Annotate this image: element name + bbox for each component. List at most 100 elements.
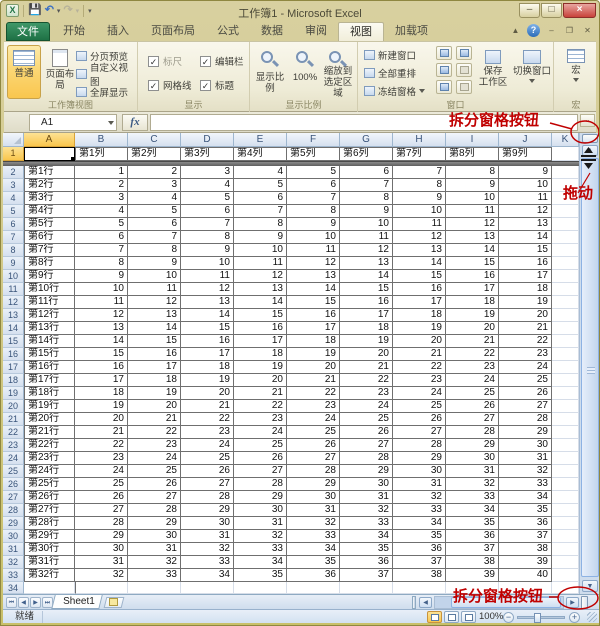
- name-box-dropdown-icon[interactable]: [108, 121, 114, 125]
- cell-K14[interactable]: [552, 322, 579, 335]
- new-window-button[interactable]: 新建窗口: [364, 47, 428, 62]
- cell-B22[interactable]: 21: [75, 426, 128, 439]
- cell-C19[interactable]: 19: [128, 387, 181, 400]
- cell-F25[interactable]: 28: [287, 465, 340, 478]
- cell-B31[interactable]: 30: [75, 543, 128, 556]
- cell-B3[interactable]: 2: [75, 179, 128, 192]
- cell-H30[interactable]: 35: [393, 530, 446, 543]
- cell-D9[interactable]: 10: [181, 257, 234, 270]
- cell-I28[interactable]: 34: [446, 504, 499, 517]
- cell-I12[interactable]: 18: [446, 296, 499, 309]
- cell-D25[interactable]: 26: [181, 465, 234, 478]
- cell-C6[interactable]: 6: [128, 218, 181, 231]
- cell-D32[interactable]: 33: [181, 556, 234, 569]
- next-sheet-icon[interactable]: ▶: [30, 597, 41, 608]
- cell-E1[interactable]: 第4列: [234, 147, 287, 161]
- cell-D11[interactable]: 12: [181, 283, 234, 296]
- cell-D19[interactable]: 20: [181, 387, 234, 400]
- cell-D26[interactable]: 27: [181, 478, 234, 491]
- cell-J33[interactable]: 40: [499, 569, 552, 582]
- cell-A15[interactable]: 第14行: [24, 335, 75, 348]
- cell-H20[interactable]: 25: [393, 400, 446, 413]
- cell-C1[interactable]: 第2列: [128, 147, 181, 161]
- cell-I32[interactable]: 38: [446, 556, 499, 569]
- cell-B4[interactable]: 3: [75, 192, 128, 205]
- cell-F26[interactable]: 29: [287, 478, 340, 491]
- arrange-all-button[interactable]: 全部重排: [364, 65, 428, 80]
- zoom-level[interactable]: 100%: [479, 611, 503, 623]
- cell-K25[interactable]: [552, 465, 579, 478]
- cell-H7[interactable]: 12: [393, 231, 446, 244]
- cell-H29[interactable]: 34: [393, 517, 446, 530]
- page-layout-view-button[interactable]: 页面布局: [42, 45, 78, 99]
- cell-K23[interactable]: [552, 439, 579, 452]
- scroll-right-icon[interactable]: ▶: [566, 597, 579, 608]
- row-header-33[interactable]: 33: [3, 569, 24, 582]
- cell-B9[interactable]: 8: [75, 257, 128, 270]
- cell-K32[interactable]: [552, 556, 579, 569]
- cell-J13[interactable]: 20: [499, 309, 552, 322]
- cell-G19[interactable]: 23: [340, 387, 393, 400]
- cell-A16[interactable]: 第15行: [24, 348, 75, 361]
- cell-F3[interactable]: 6: [287, 179, 340, 192]
- cell-A29[interactable]: 第28行: [24, 517, 75, 530]
- cell-G33[interactable]: 37: [340, 569, 393, 582]
- cell-K22[interactable]: [552, 426, 579, 439]
- cell-C14[interactable]: 14: [128, 322, 181, 335]
- cell-G12[interactable]: 16: [340, 296, 393, 309]
- cell-E2[interactable]: 4: [234, 166, 287, 179]
- cell-A8[interactable]: 第7行: [24, 244, 75, 257]
- cell-J6[interactable]: 13: [499, 218, 552, 231]
- row-header-10[interactable]: 10: [3, 270, 24, 283]
- cell-H26[interactable]: 31: [393, 478, 446, 491]
- row-header-2[interactable]: 2: [3, 166, 24, 179]
- cell-J1[interactable]: 第9列: [499, 147, 552, 161]
- scroll-down-icon[interactable]: ▼: [582, 580, 598, 592]
- split-button[interactable]: [436, 46, 452, 60]
- switch-windows-button[interactable]: 切换窗口: [512, 45, 552, 99]
- cell-I26[interactable]: 32: [446, 478, 499, 491]
- view-side-by-side-button[interactable]: [456, 46, 472, 60]
- cell-G15[interactable]: 19: [340, 335, 393, 348]
- cell-I8[interactable]: 14: [446, 244, 499, 257]
- cell-J24[interactable]: 31: [499, 452, 552, 465]
- cell-A26[interactable]: 第25行: [24, 478, 75, 491]
- cell-B21[interactable]: 20: [75, 413, 128, 426]
- cell-B10[interactable]: 9: [75, 270, 128, 283]
- cell-H25[interactable]: 30: [393, 465, 446, 478]
- cell-F13[interactable]: 16: [287, 309, 340, 322]
- cell-A19[interactable]: 第18行: [24, 387, 75, 400]
- zoom-to-selection-button[interactable]: 缩放到 选定区域: [320, 45, 356, 99]
- row-header-1[interactable]: 1: [3, 147, 24, 161]
- cell-G24[interactable]: 28: [340, 452, 393, 465]
- cell-B19[interactable]: 18: [75, 387, 128, 400]
- row-header-9[interactable]: 9: [3, 257, 24, 270]
- cell-D12[interactable]: 13: [181, 296, 234, 309]
- cell-J31[interactable]: 38: [499, 543, 552, 556]
- cell-I19[interactable]: 25: [446, 387, 499, 400]
- cell-J23[interactable]: 30: [499, 439, 552, 452]
- cell-K1[interactable]: [552, 147, 579, 161]
- cell-E11[interactable]: 13: [234, 283, 287, 296]
- cell-A28[interactable]: 第27行: [24, 504, 75, 517]
- column-header-E[interactable]: E: [234, 133, 287, 147]
- cell-K13[interactable]: [552, 309, 579, 322]
- zoom-in-button[interactable]: +: [569, 612, 580, 623]
- zoom-out-button[interactable]: −: [503, 612, 514, 623]
- cell-A11[interactable]: 第10行: [24, 283, 75, 296]
- minimize-button[interactable]: –: [519, 3, 540, 18]
- cell-C5[interactable]: 5: [128, 205, 181, 218]
- gridlines-checkbox[interactable]: ✓ 网格线: [148, 78, 192, 92]
- cell-G17[interactable]: 21: [340, 361, 393, 374]
- cell-B17[interactable]: 16: [75, 361, 128, 374]
- cell-J30[interactable]: 37: [499, 530, 552, 543]
- cell-H10[interactable]: 15: [393, 270, 446, 283]
- cell-I29[interactable]: 35: [446, 517, 499, 530]
- cell-C15[interactable]: 15: [128, 335, 181, 348]
- cell-E28[interactable]: 30: [234, 504, 287, 517]
- cell-F15[interactable]: 18: [287, 335, 340, 348]
- cell-A27[interactable]: 第26行: [24, 491, 75, 504]
- cell-J28[interactable]: 35: [499, 504, 552, 517]
- cell-G22[interactable]: 26: [340, 426, 393, 439]
- cell-K18[interactable]: [552, 374, 579, 387]
